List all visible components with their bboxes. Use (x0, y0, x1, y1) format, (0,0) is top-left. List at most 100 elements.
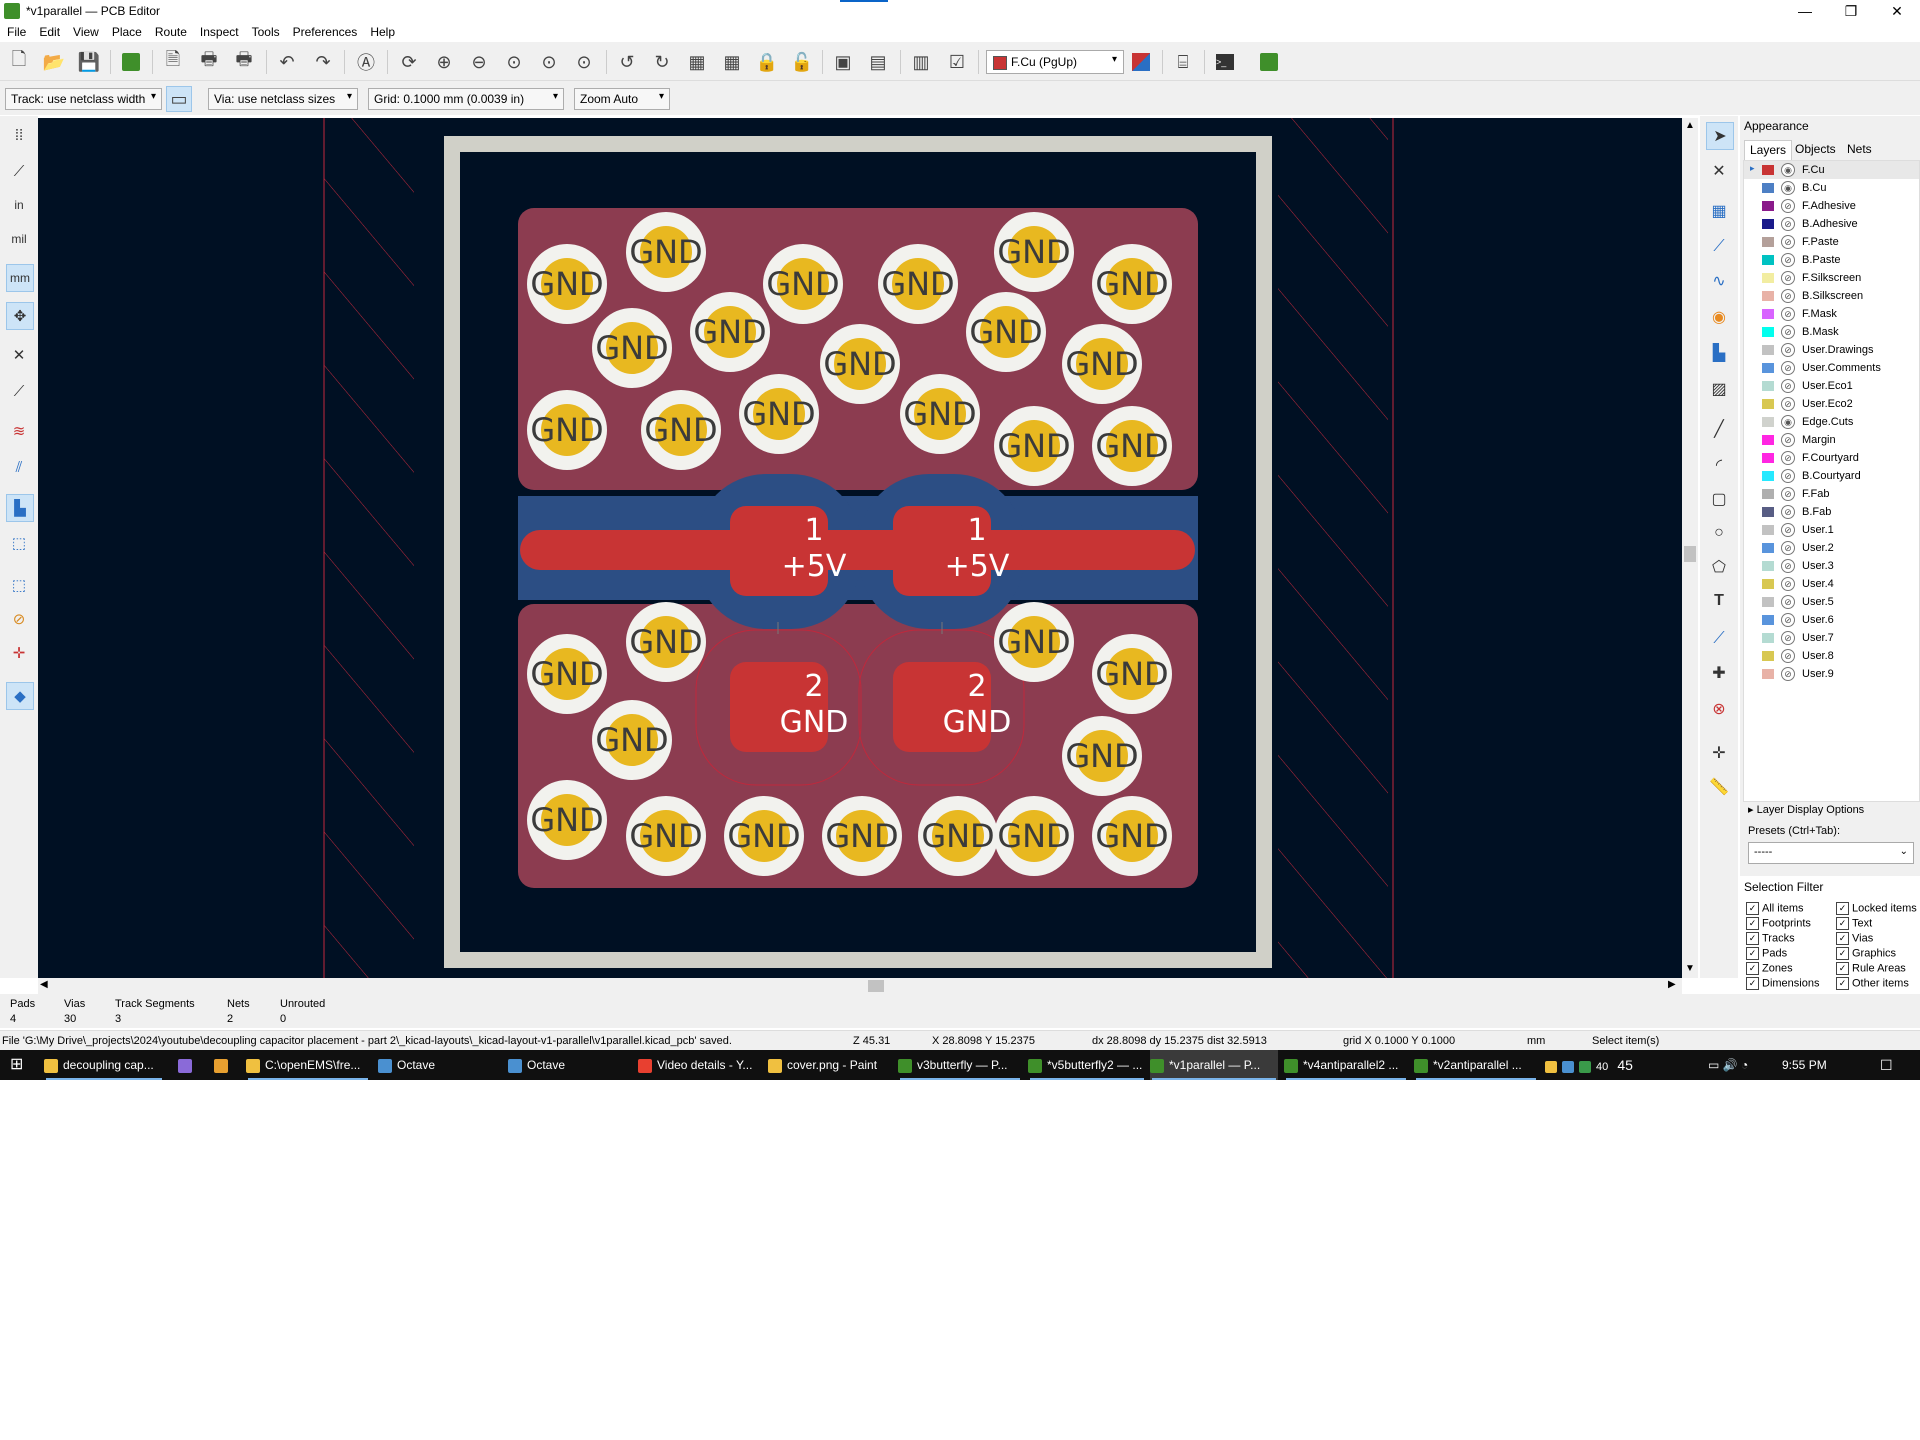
cursor-style-icon[interactable]: ✥ (6, 302, 34, 330)
taskbar-item[interactable]: *v2antiparallel ... (1414, 1050, 1538, 1080)
lock-icon[interactable]: 🔒 (754, 49, 780, 75)
layer-row[interactable]: ⊘ B.Adhesive (1744, 215, 1919, 233)
layer-row[interactable]: ⊘ User.Drawings (1744, 341, 1919, 359)
selection-filter-item[interactable]: ✓ Text (1836, 917, 1872, 930)
layer-row[interactable]: ▸ ◉ F.Cu (1744, 161, 1919, 179)
pad-outline-icon[interactable]: ▙ (6, 494, 34, 522)
close-button[interactable]: ✕ (1874, 0, 1920, 22)
netlist-icon[interactable]: ▥ (908, 49, 934, 75)
checkbox[interactable]: ✓ (1836, 962, 1849, 975)
eye-hidden-icon[interactable]: ⊘ (1781, 253, 1795, 267)
taskbar-item[interactable]: *v5butterfly2 — ... (1028, 1050, 1146, 1080)
eye-hidden-icon[interactable]: ⊘ (1781, 433, 1795, 447)
grid-select[interactable]: Grid: 0.1000 mm (0.0039 in) ▾ (368, 88, 564, 110)
local-ratsnest-icon[interactable]: ✕ (1706, 158, 1732, 184)
taskbar-item[interactable]: decoupling cap... (44, 1050, 164, 1080)
taskbar-item[interactable]: cover.png - Paint (768, 1050, 892, 1080)
layer-row[interactable]: ⊘ F.Fab (1744, 485, 1919, 503)
board-setup-icon[interactable] (118, 49, 144, 75)
checkbox[interactable]: ✓ (1746, 932, 1759, 945)
eye-icon[interactable]: ◉ (1781, 415, 1795, 429)
layer-color-swatch[interactable] (1762, 309, 1774, 319)
layer-row[interactable]: ⊘ User.5 (1744, 593, 1919, 611)
layer-row[interactable]: ⊘ User.4 (1744, 575, 1919, 593)
layer-row[interactable]: ⊘ User.8 (1744, 647, 1919, 665)
layer-color-swatch[interactable] (1762, 327, 1774, 337)
units-mm-button[interactable]: mm (6, 264, 34, 292)
checkbox[interactable]: ✓ (1836, 947, 1849, 960)
eye-hidden-icon[interactable]: ⊘ (1781, 613, 1795, 627)
ratsnest-icon[interactable]: ✕ (6, 342, 32, 368)
menu-view[interactable]: View (66, 22, 105, 39)
track-outline-icon[interactable]: ⫽ (6, 454, 32, 480)
polar-coords-icon[interactable]: ⟋ (6, 158, 32, 184)
layer-color-swatch[interactable] (1762, 183, 1774, 193)
eye-hidden-icon[interactable]: ⊘ (1781, 379, 1795, 393)
layer-row[interactable]: ⊘ User.6 (1744, 611, 1919, 629)
checkbox[interactable]: ✓ (1836, 902, 1849, 915)
rule-area-icon[interactable]: ▨ (1706, 376, 1732, 402)
selection-filter-item[interactable]: ✓ Rule Areas (1836, 962, 1906, 975)
add-via-icon[interactable]: ◉ (1706, 304, 1732, 330)
layer-row[interactable]: ⊘ F.Courtyard (1744, 449, 1919, 467)
layer-row[interactable]: ⊘ B.Paste (1744, 251, 1919, 269)
rotate-cw-icon[interactable]: ↻ (649, 49, 675, 75)
checkbox[interactable]: ✓ (1746, 902, 1759, 915)
layer-row[interactable]: ⊘ User.Eco1 (1744, 377, 1919, 395)
selection-filter-item[interactable]: ✓ Locked items (1836, 902, 1917, 915)
windows-start-icon[interactable]: ⊞ (10, 1050, 23, 1080)
draw-circle-icon[interactable]: ○ (1706, 520, 1732, 546)
eye-hidden-icon[interactable]: ⊘ (1781, 559, 1795, 573)
notifications-icon[interactable]: ☐ (1880, 1050, 1893, 1080)
layer-color-swatch[interactable] (1762, 381, 1774, 391)
undo-icon[interactable]: ↶ (274, 49, 300, 75)
track-width-select[interactable]: Track: use netclass width ▾ (5, 88, 162, 110)
taskbar-item[interactable]: Octave (378, 1050, 498, 1080)
selection-filter-item[interactable]: ✓ Zones (1746, 962, 1793, 975)
presets-select[interactable]: ----- ⌄ (1748, 842, 1914, 864)
zoom-selection-icon[interactable]: ⊙ (571, 49, 597, 75)
eye-hidden-icon[interactable]: ⊘ (1781, 667, 1795, 681)
tray-drive-icon[interactable] (1579, 1061, 1591, 1074)
design-rules-icon[interactable]: ✛ (6, 640, 32, 666)
group-icon[interactable]: ▦ (684, 49, 710, 75)
eye-hidden-icon[interactable]: ⊘ (1781, 523, 1795, 537)
layer-row[interactable]: ⊘ B.Silkscreen (1744, 287, 1919, 305)
taskbar-item[interactable] (214, 1050, 242, 1080)
layer-row[interactable]: ⊘ F.Silkscreen (1744, 269, 1919, 287)
layer-color-swatch[interactable] (1762, 201, 1774, 211)
layer-pair-icon[interactable] (1128, 49, 1154, 75)
router-icon[interactable]: ⌸ (1170, 49, 1196, 75)
checkbox[interactable]: ✓ (1836, 977, 1849, 990)
grid-origin-icon[interactable]: ✛ (1706, 740, 1732, 766)
menu-inspect[interactable]: Inspect (193, 22, 245, 39)
tune-length-icon[interactable]: ∿ (1706, 268, 1732, 294)
curved-ratsnest-icon[interactable]: ⟋ (6, 378, 32, 404)
zone-display-icon[interactable]: ≋ (6, 418, 32, 444)
eye-hidden-icon[interactable]: ⊘ (1781, 397, 1795, 411)
layer-color-swatch[interactable] (1762, 561, 1774, 571)
tray-icons[interactable]: ▭ 🔊 ◔ (1708, 1050, 1748, 1080)
selection-filter-item[interactable]: ✓ Other items (1836, 977, 1909, 990)
taskbar-item[interactable]: v3butterfly — P... (898, 1050, 1022, 1080)
layer-row[interactable]: ⊘ F.Adhesive (1744, 197, 1919, 215)
net-highlight-icon[interactable]: ⊘ (6, 606, 32, 632)
eye-hidden-icon[interactable]: ⊘ (1781, 307, 1795, 321)
footprint-browser-icon[interactable]: ▤ (865, 49, 891, 75)
layer-row[interactable]: ⊘ User.1 (1744, 521, 1919, 539)
eye-hidden-icon[interactable]: ⊘ (1781, 469, 1795, 483)
scroll-up-icon[interactable]: ▲ (1685, 120, 1695, 131)
layer-color-swatch[interactable] (1762, 507, 1774, 517)
layer-display-options-toggle[interactable]: ▸ Layer Display Options (1748, 803, 1864, 816)
zoom-in-icon[interactable]: ⊕ (431, 49, 457, 75)
eye-hidden-icon[interactable]: ⊘ (1781, 199, 1795, 213)
layers-manager-icon[interactable]: ◆ (6, 682, 34, 710)
eye-icon[interactable]: ◉ (1781, 163, 1795, 177)
zoom-fit-icon[interactable]: ⊙ (501, 49, 527, 75)
measure-icon[interactable]: 📏 (1706, 774, 1732, 800)
menu-help[interactable]: Help (363, 22, 401, 39)
zoom-select[interactable]: Zoom Auto ▾ (574, 88, 670, 110)
eye-hidden-icon[interactable]: ⊘ (1781, 487, 1795, 501)
scroll-thumb[interactable] (1684, 546, 1696, 562)
taskbar-item[interactable]: *v1parallel — P... (1150, 1050, 1278, 1080)
